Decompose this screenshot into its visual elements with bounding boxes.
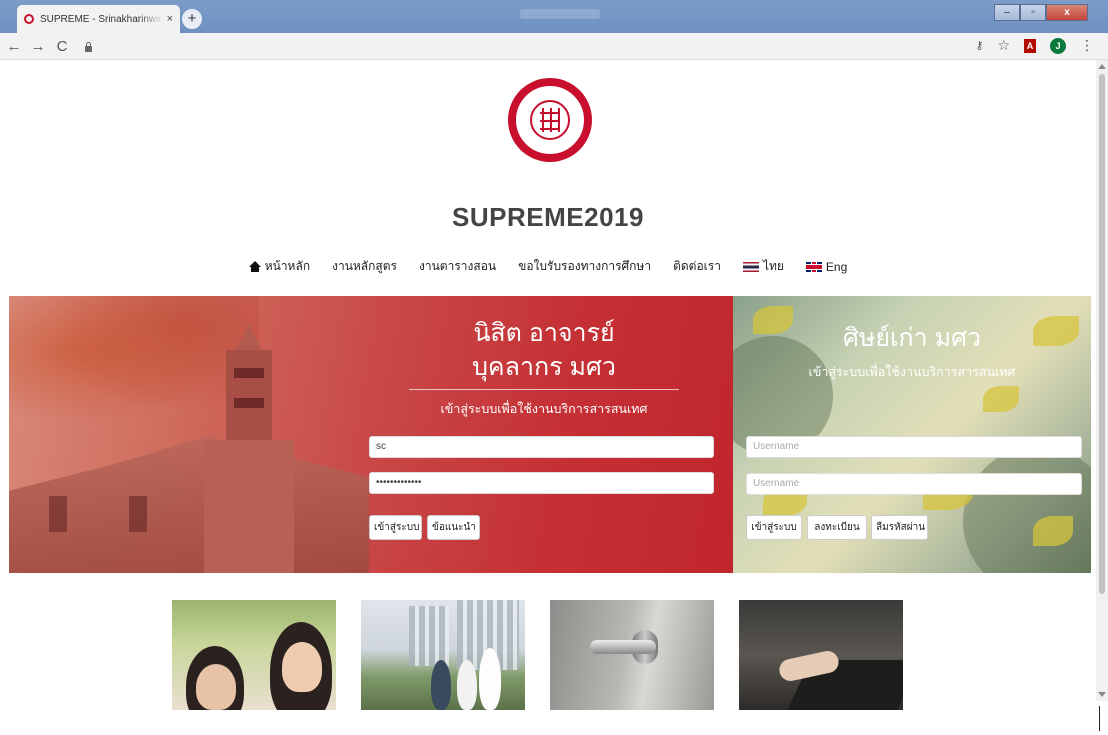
new-tab-button[interactable]: +: [182, 9, 202, 29]
tab-close-icon[interactable]: ×: [167, 13, 173, 25]
card-students-image[interactable]: [172, 600, 336, 710]
profile-avatar[interactable]: J: [1050, 37, 1066, 54]
nav-timetable[interactable]: งานตารางสอน: [419, 257, 496, 276]
page-scrollbar[interactable]: [1096, 60, 1108, 701]
staff-password-field[interactable]: •••••••••••••: [369, 472, 714, 494]
login-hero: นิสิต อาจารย์ บุคลากร มศว เข้าสู่ระบบเพื…: [9, 296, 1091, 573]
card-campus-image[interactable]: [361, 600, 525, 710]
nav-home-label: หน้าหลัก: [264, 259, 311, 273]
staff-divider: [409, 389, 679, 390]
back-button[interactable]: ←: [4, 38, 24, 55]
flag-th-icon: [742, 261, 759, 272]
staff-login-subtitle: เข้าสู่ระบบเพื่อใช้งานบริการสารสนเทศ: [440, 402, 648, 416]
browser-chrome: SUPREME - Srinakharinwirot Univ × + ‒ ▫ …: [0, 0, 1108, 60]
staff-username-field[interactable]: sc: [369, 436, 714, 458]
reload-button[interactable]: C: [52, 38, 72, 55]
favicon-icon: [24, 14, 34, 24]
nav-timetable-label: งานตารางสอน: [419, 259, 497, 273]
maximize-button[interactable]: ▫: [1020, 4, 1046, 21]
pdf-extension-icon[interactable]: A: [1024, 38, 1036, 53]
alumni-login-heading: ศิษย์เก่า มศว: [842, 324, 982, 352]
alumni-login-subtitle: เข้าสู่ระบบเพื่อใช้งานบริการสารสนเทศ: [808, 365, 1016, 379]
window-controls: ‒ ▫ x: [994, 4, 1088, 21]
lock-icon[interactable]: [84, 41, 93, 52]
nav-lang-thai-label: ไทย: [762, 259, 784, 273]
forward-button[interactable]: →: [28, 38, 48, 55]
alumni-register-button[interactable]: ลงทะเบียน: [807, 515, 867, 540]
home-icon: [248, 261, 261, 272]
nav-lang-thai[interactable]: ไทย: [742, 257, 784, 276]
site-brand-title: SUPREME2019: [452, 202, 644, 232]
nav-lang-eng-label: Eng: [825, 259, 848, 274]
staff-title-line1: นิสิต อาจารย์: [473, 319, 615, 347]
card-door-image[interactable]: [550, 600, 714, 710]
minimize-button[interactable]: ‒: [994, 4, 1020, 21]
hero-tower-image: [204, 324, 294, 573]
staff-title-line2: บุคลากร มศว: [472, 353, 616, 381]
main-nav: หน้าหลัก งานหลักสูตร งานตารางสอน ขอใบรับ…: [0, 257, 1096, 276]
address-bar: ← → C ⚷ ☆ A J ⋮: [0, 33, 1108, 60]
university-seal-logo: [508, 78, 592, 162]
alumni-login-button[interactable]: เข้าสู่ระบบ: [746, 515, 802, 540]
nav-curriculum[interactable]: งานหลักสูตร: [332, 257, 397, 276]
staff-login-panel: นิสิต อาจารย์ บุคลากร มศว เข้าสู่ระบบเพื…: [9, 296, 733, 573]
scroll-up-icon[interactable]: [1098, 64, 1106, 69]
alumni-password-field[interactable]: Username: [746, 473, 1082, 495]
key-icon[interactable]: ⚷: [975, 39, 983, 52]
nav-home[interactable]: หน้าหลัก: [248, 257, 311, 276]
bookmark-star-icon[interactable]: ☆: [997, 37, 1010, 54]
scroll-down-icon[interactable]: [1098, 692, 1106, 697]
alumni-forgot-password-button[interactable]: ลืมรหัสผ่าน: [871, 515, 928, 540]
staff-login-button[interactable]: เข้าสู่ระบบ: [369, 515, 422, 540]
tab-strip: SUPREME - Srinakharinwirot Univ × + ‒ ▫ …: [0, 0, 1108, 33]
tab-title: SUPREME - Srinakharinwirot Univ: [40, 13, 163, 25]
staff-help-button[interactable]: ข้อแนะนำ: [427, 515, 480, 540]
nav-contact[interactable]: ติดต่อเรา: [673, 257, 721, 276]
text-cursor: [1099, 706, 1100, 731]
nav-certificate[interactable]: ขอใบรับรองทางการศึกษา: [518, 257, 651, 276]
window-title-area: [520, 9, 600, 19]
alumni-username-field[interactable]: Username: [746, 436, 1082, 458]
staff-login-heading: นิสิต อาจารย์ บุคลากร มศว: [371, 316, 717, 384]
nav-certificate-label: ขอใบรับรองทางการศึกษา: [518, 259, 652, 273]
nav-contact-label: ติดต่อเรา: [673, 259, 721, 273]
web-page: SUPREME2019 หน้าหลัก งานหลักสูตร งานตารา…: [0, 60, 1096, 735]
flag-uk-icon: [805, 261, 822, 272]
nav-lang-eng[interactable]: Eng: [805, 257, 848, 276]
scrollbar-thumb[interactable]: [1099, 74, 1105, 594]
card-laptop-image[interactable]: [739, 600, 903, 710]
nav-curriculum-label: งานหลักสูตร: [332, 259, 397, 273]
browser-tab[interactable]: SUPREME - Srinakharinwirot Univ ×: [17, 5, 180, 33]
feature-cards: [172, 600, 912, 710]
toolbar-actions: ⚷ ☆ A J ⋮: [975, 37, 1094, 54]
menu-kebab-icon[interactable]: ⋮: [1080, 37, 1094, 54]
close-window-button[interactable]: x: [1046, 4, 1088, 21]
